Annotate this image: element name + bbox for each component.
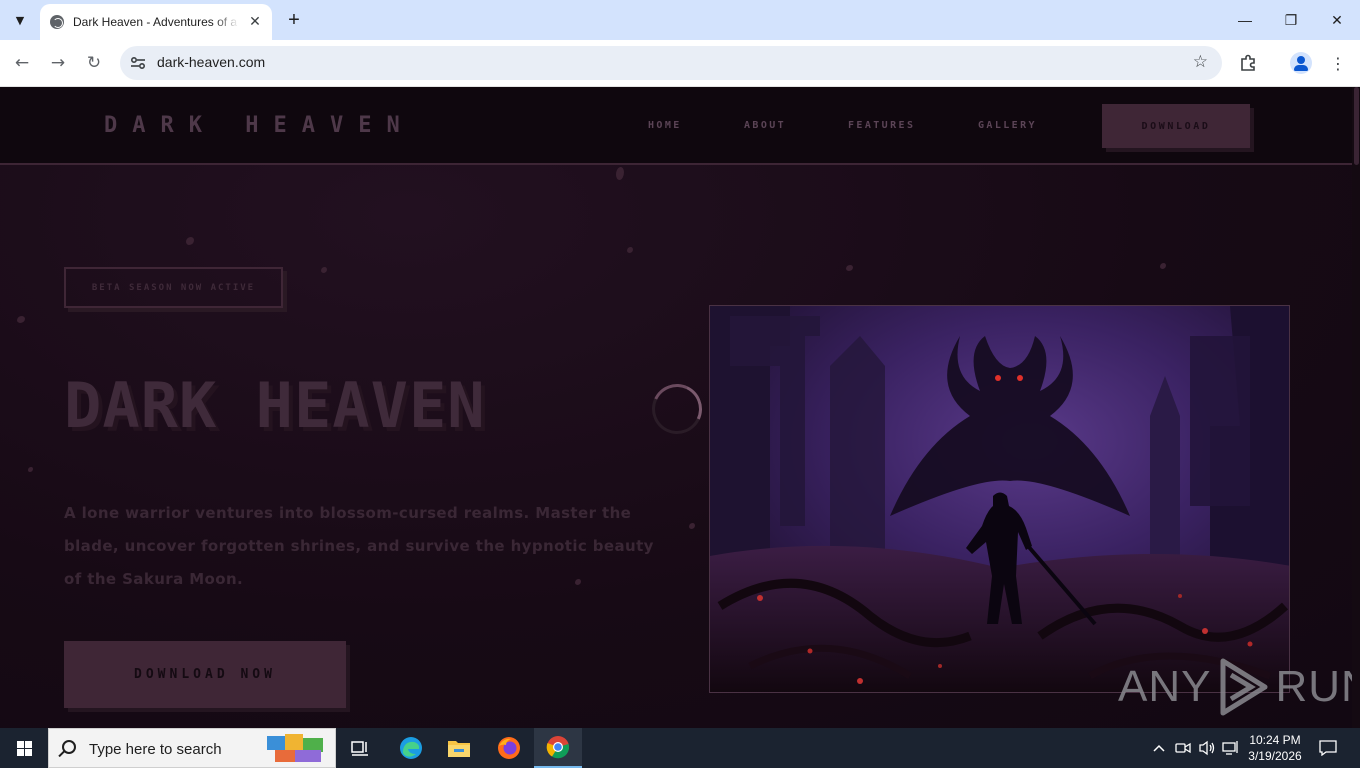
- tray-overflow-chevron-icon[interactable]: [1150, 728, 1168, 768]
- nav-home[interactable]: HOME: [648, 120, 682, 131]
- hero-artwork-image: [709, 305, 1290, 693]
- kebab-menu-icon[interactable]: ⋮: [1327, 52, 1349, 74]
- site-logo[interactable]: DARK HEAVEN: [104, 113, 415, 138]
- petal-particle: [28, 467, 33, 472]
- scrollbar-thumb[interactable]: [1354, 87, 1359, 165]
- back-arrow-icon[interactable]: ←: [9, 50, 35, 76]
- windows-start-icon[interactable]: [0, 728, 48, 768]
- petal-particle: [186, 237, 194, 245]
- petal-particle: [1160, 263, 1166, 269]
- anyrun-watermark: ANY RUN: [1118, 657, 1360, 717]
- download-now-button[interactable]: DOWNLOAD NOW: [64, 641, 346, 708]
- bookmark-star-icon[interactable]: ☆: [1193, 52, 1208, 72]
- profile-avatar-icon[interactable]: [1290, 52, 1312, 74]
- petal-particle: [17, 316, 25, 323]
- system-clock[interactable]: 10:24 PM 3/19/2026: [1240, 732, 1310, 764]
- url-text[interactable]: dark-heaven.com: [157, 54, 265, 70]
- taskbar-search-placeholder: Type here to search: [89, 741, 222, 758]
- edge-browser-icon[interactable]: [387, 728, 435, 768]
- clock-date: 3/19/2026: [1248, 749, 1302, 763]
- tab-search-chevron-icon[interactable]: ▼: [8, 8, 32, 32]
- site-header: DARK HEAVEN HOME ABOUT FEATURES GALLERY …: [0, 87, 1360, 165]
- nav-gallery[interactable]: GALLERY: [978, 120, 1037, 131]
- browser-toolbar: ← → ↻ dark-heaven.com ☆ ⋮: [0, 40, 1360, 87]
- notification-center-icon[interactable]: [1316, 728, 1340, 768]
- warrior-demon-ruins-icon: [710, 306, 1289, 692]
- windows-taskbar: Type here to search 10:24 PM 3/19/2026: [0, 728, 1360, 768]
- file-explorer-icon[interactable]: [435, 728, 483, 768]
- watermark-left-text: ANY: [1118, 662, 1212, 711]
- hero-description: A lone warrior ventures into blossom-cur…: [64, 504, 654, 588]
- petal-particle: [846, 265, 853, 271]
- beta-season-badge: BETA SEASON NOW ACTIVE: [64, 267, 283, 308]
- taskbar-search-box[interactable]: Type here to search: [48, 728, 336, 768]
- meet-now-camera-icon[interactable]: [1173, 728, 1193, 768]
- nav-about[interactable]: ABOUT: [744, 120, 786, 131]
- browser-tab-active[interactable]: Dark Heaven - Adventures of a ✕: [40, 4, 272, 40]
- site-info-icon[interactable]: [128, 53, 148, 73]
- new-tab-button[interactable]: +: [282, 8, 306, 32]
- search-highlight-puzzle-icon: [267, 734, 323, 762]
- forward-arrow-icon[interactable]: →: [45, 50, 71, 76]
- petal-particle: [627, 247, 633, 253]
- page-scrollbar[interactable]: [1352, 87, 1360, 728]
- reload-icon[interactable]: ↻: [81, 50, 107, 76]
- play-triangle-icon: [1220, 658, 1268, 716]
- nav-features[interactable]: FEATURES: [848, 120, 915, 131]
- address-bar[interactable]: dark-heaven.com ☆: [120, 46, 1222, 80]
- globe-icon: [50, 15, 64, 29]
- web-page: DARK HEAVEN HOME ABOUT FEATURES GALLERY …: [0, 87, 1360, 728]
- petal-particle: [689, 523, 695, 529]
- watermark-right-text: RUN: [1275, 662, 1360, 711]
- search-icon: [62, 740, 76, 754]
- maximize-button[interactable]: ❐: [1268, 0, 1314, 40]
- header-download-button[interactable]: DOWNLOAD: [1102, 104, 1250, 148]
- tab-title: Dark Heaven - Adventures of a: [73, 15, 238, 29]
- extensions-puzzle-icon[interactable]: [1237, 52, 1259, 74]
- hero-title: DARK HEAVEN: [64, 369, 486, 442]
- loading-spinner-icon: [644, 376, 710, 442]
- task-view-icon[interactable]: [336, 728, 384, 768]
- petal-particle: [321, 267, 327, 273]
- network-icon[interactable]: [1220, 728, 1240, 768]
- clock-time: 10:24 PM: [1249, 733, 1301, 747]
- close-window-button[interactable]: ✕: [1314, 0, 1360, 40]
- petal-particle: [616, 167, 624, 180]
- chrome-icon[interactable]: [534, 728, 582, 768]
- browser-tab-strip: ▼ Dark Heaven - Adventures of a ✕ + — ❐ …: [0, 0, 1360, 40]
- volume-speaker-icon[interactable]: [1196, 728, 1218, 768]
- tab-close-icon[interactable]: ✕: [246, 13, 264, 31]
- firefox-icon[interactable]: [485, 728, 533, 768]
- minimize-button[interactable]: —: [1222, 0, 1268, 40]
